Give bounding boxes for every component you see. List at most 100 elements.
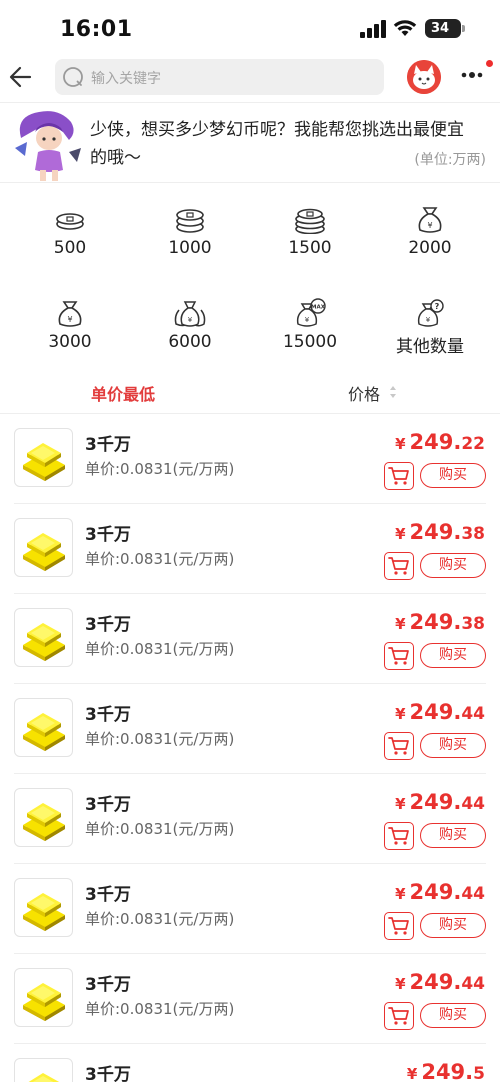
item-price: ¥249.44 — [395, 790, 485, 814]
battery-icon: 34 — [425, 19, 465, 38]
gold-bars-icon — [28, 1073, 60, 1082]
search-placeholder: 输入关键字 — [91, 71, 161, 87]
price-decimal: 5 — [473, 1064, 485, 1082]
buy-button[interactable]: 购买 — [420, 553, 486, 578]
buy-button[interactable]: 购买 — [420, 733, 486, 758]
item-price: ¥249.38 — [395, 520, 485, 544]
gold-bars-icon — [23, 623, 65, 661]
item-price: ¥249.44 — [395, 700, 485, 724]
add-to-cart-button[interactable] — [384, 642, 414, 670]
quantity-label: 15000 — [282, 332, 338, 352]
list-item[interactable]: 3千万 ¥249.5 — [0, 1044, 500, 1082]
quantity-label: 6000 — [168, 332, 212, 352]
add-to-cart-button[interactable] — [384, 732, 414, 760]
price-decimal: 22 — [461, 434, 485, 454]
gold-bars-thumbnail — [14, 698, 73, 757]
buy-button[interactable]: 购买 — [420, 643, 486, 668]
list-item[interactable]: 3千万 单价:0.0831(元/万两) ¥249.44 购买 — [0, 864, 500, 954]
item-title: 3千万 — [85, 525, 131, 545]
quantity-label: 其他数量 — [396, 337, 464, 357]
gold-bars-icon — [23, 533, 65, 571]
gold-bars-thumbnail — [14, 518, 73, 577]
unit-label: (单位:万两) — [414, 152, 486, 168]
gold-bars-thumbnail — [14, 1058, 73, 1082]
currency-symbol: ¥ — [395, 975, 406, 993]
buy-button[interactable]: 购买 — [420, 1003, 486, 1028]
quantity-label: 1000 — [168, 238, 212, 258]
quantity-option-500[interactable]: 500 — [10, 190, 130, 270]
sort-tab-price[interactable]: 价格 — [348, 381, 380, 405]
svg-text:¥: ¥ — [426, 316, 431, 324]
price-decimal: 38 — [461, 614, 485, 634]
item-unit-price: 单价:0.0831(元/万两) — [85, 910, 235, 928]
gold-bars-thumbnail — [14, 788, 73, 847]
quantity-label: 500 — [53, 238, 87, 258]
quantity-option-other[interactable]: ? ¥ 其他数量 — [370, 284, 490, 364]
more-menu-icon[interactable] — [460, 69, 488, 81]
cat-mascot-icon — [407, 60, 441, 94]
item-price: ¥249.5 — [407, 1060, 485, 1082]
add-to-cart-button[interactable] — [384, 552, 414, 580]
list-item[interactable]: 3千万 单价:0.0831(元/万两) ¥249.22 购买 — [0, 414, 500, 504]
gold-bars-icon — [23, 713, 65, 751]
shopping-cart-icon — [388, 827, 409, 845]
price-decimal: 44 — [461, 794, 485, 814]
list-item[interactable]: 3千万 单价:0.0831(元/万两) ¥249.38 购买 — [0, 594, 500, 684]
coins-stack-large-icon — [295, 208, 325, 234]
intro-banner: 少侠，想买多少梦幻币呢？我能帮您挑选出最便宜的哦～ (单位:万两) — [0, 106, 500, 182]
item-unit-price: 单价:0.0831(元/万两) — [85, 640, 235, 658]
item-title: 3千万 — [85, 1065, 131, 1082]
list-item[interactable]: 3千万 单价:0.0831(元/万两) ¥249.44 购买 — [0, 684, 500, 774]
quantity-option-1000[interactable]: 1000 — [130, 190, 250, 270]
price-decimal: 44 — [461, 704, 485, 724]
money-bag-icon: ¥ — [58, 301, 82, 327]
list-item[interactable]: 3千万 单价:0.0831(元/万两) ¥249.44 购买 — [0, 774, 500, 864]
price-decimal: 38 — [461, 524, 485, 544]
add-to-cart-button[interactable] — [384, 1002, 414, 1030]
add-to-cart-button[interactable] — [384, 822, 414, 850]
list-item[interactable]: 3千万 单价:0.0831(元/万两) ¥249.44 购买 — [0, 954, 500, 1044]
sort-arrows-icon[interactable] — [389, 385, 397, 399]
list-item[interactable]: 3千万 单价:0.0831(元/万两) ¥249.38 购买 — [0, 504, 500, 594]
quantity-option-15000[interactable]: MAX ¥ 15000 — [250, 284, 370, 364]
money-bags-icon: ¥ — [174, 301, 206, 327]
buy-button[interactable]: 购买 — [420, 823, 486, 848]
battery-level: 34 — [430, 21, 450, 36]
quantity-option-3000[interactable]: ¥ 3000 — [10, 284, 130, 364]
shopping-cart-icon — [388, 737, 409, 755]
gold-bars-icon — [23, 443, 65, 481]
item-title: 3千万 — [85, 975, 131, 995]
price-integer: 249. — [409, 430, 462, 454]
currency-symbol: ¥ — [395, 525, 406, 543]
money-bag-icon: ¥ — [418, 207, 442, 233]
item-price: ¥249.38 — [395, 610, 485, 634]
price-decimal: 44 — [461, 974, 485, 994]
price-integer: 249. — [409, 610, 462, 634]
intro-divider — [0, 182, 500, 183]
item-title: 3千万 — [85, 435, 131, 455]
quantity-option-6000[interactable]: ¥ 6000 — [130, 284, 250, 364]
search-input[interactable]: 输入关键字 — [55, 59, 384, 95]
quantity-option-1500[interactable]: 1500 — [250, 190, 370, 270]
quantity-option-2000[interactable]: ¥ 2000 — [370, 190, 490, 270]
svg-text:¥: ¥ — [305, 316, 310, 324]
price-integer: 249. — [421, 1060, 474, 1082]
item-unit-price: 单价:0.0831(元/万两) — [85, 460, 235, 478]
status-time: 16:01 — [60, 17, 133, 42]
svg-text:MAX: MAX — [311, 305, 326, 311]
shopping-cart-icon — [388, 917, 409, 935]
add-to-cart-button[interactable] — [384, 462, 414, 490]
back-arrow-icon[interactable] — [6, 62, 36, 92]
gold-bars-thumbnail — [14, 878, 73, 937]
buy-button[interactable]: 购买 — [420, 913, 486, 938]
avatar[interactable] — [407, 60, 441, 94]
quantity-label: 2000 — [408, 238, 452, 258]
add-to-cart-button[interactable] — [384, 912, 414, 940]
currency-symbol: ¥ — [395, 795, 406, 813]
mascot-character-icon — [15, 111, 81, 181]
sort-tab-unit-price-low[interactable]: 单价最低 — [91, 381, 155, 405]
item-title: 3千万 — [85, 795, 131, 815]
buy-button[interactable]: 购买 — [420, 463, 486, 488]
coins-stack-icon — [176, 209, 204, 233]
price-integer: 249. — [409, 790, 462, 814]
